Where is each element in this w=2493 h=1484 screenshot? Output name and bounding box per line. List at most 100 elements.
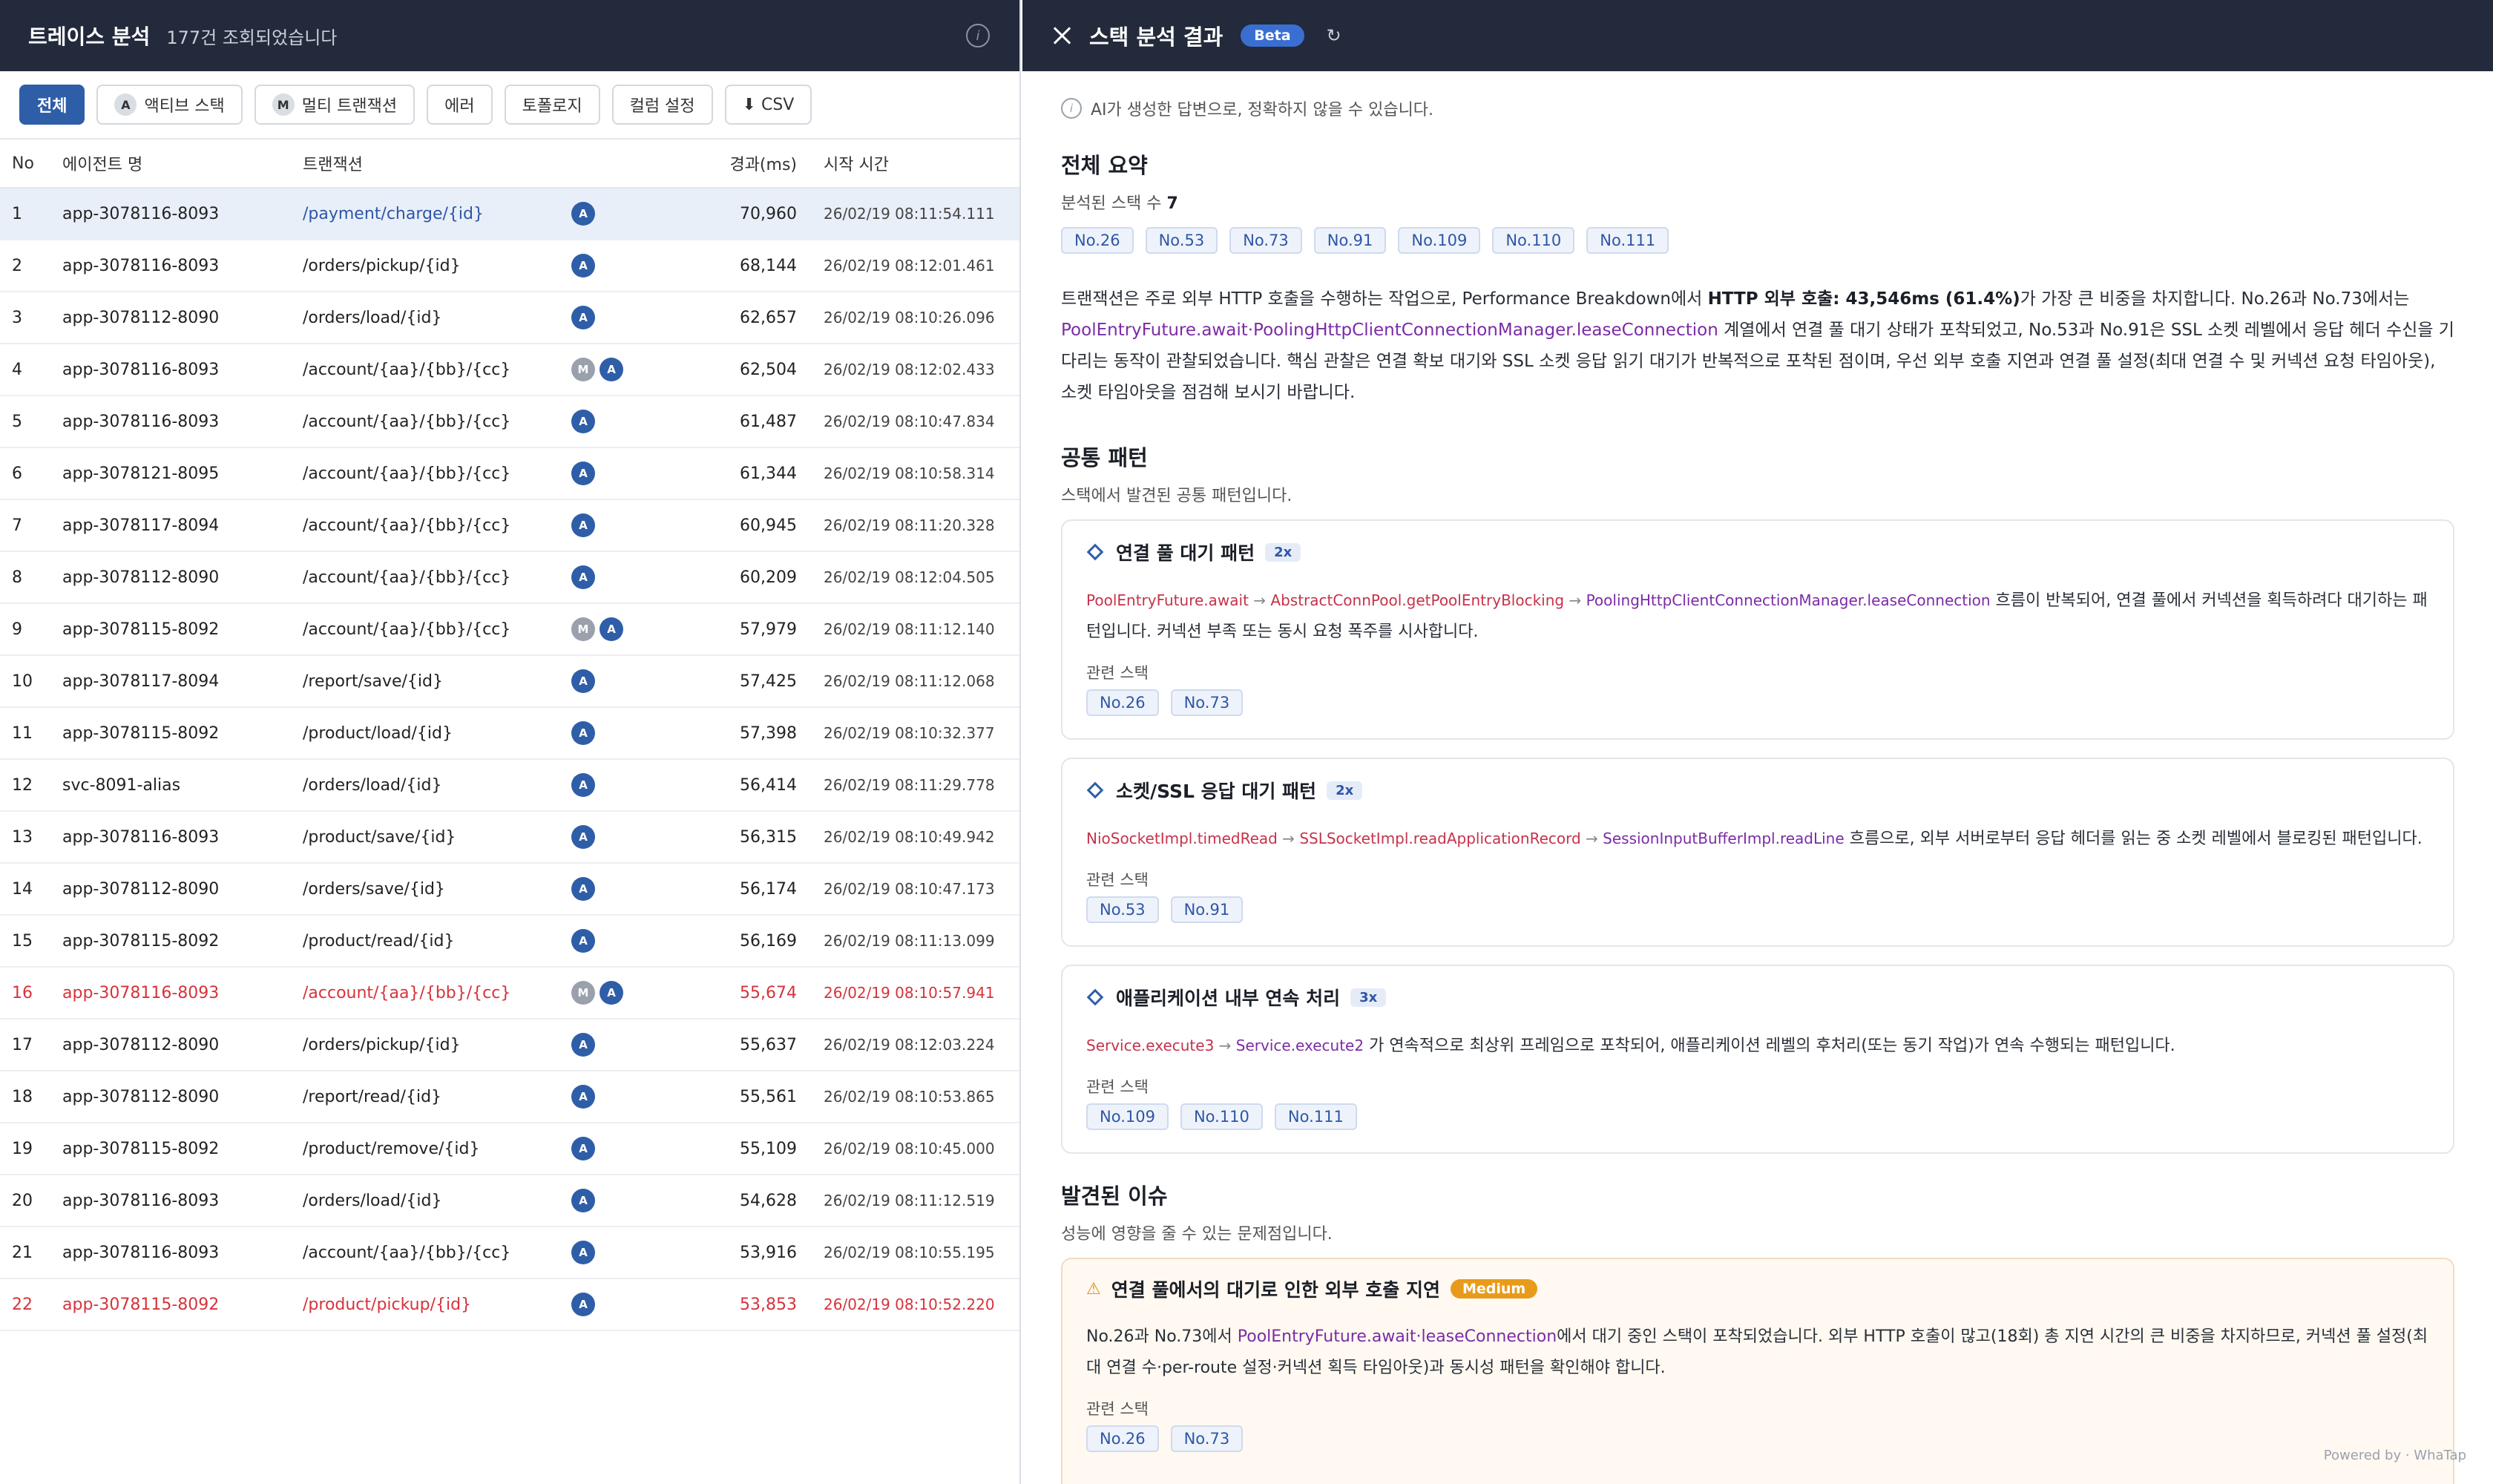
transaction-name[interactable]: /report/save/{id} (289, 672, 571, 691)
table-row[interactable]: 17 app-3078112-8090/orders/pickup/{id} A 55… (0, 1020, 1019, 1071)
transaction-name[interactable]: /account/{aa}/{bb}/{cc} (289, 620, 571, 639)
active-stack-badge-icon[interactable]: A (571, 825, 595, 849)
transaction-name[interactable]: /account/{aa}/{bb}/{cc} (289, 464, 571, 483)
active-stack-badge-icon[interactable]: A (571, 565, 595, 589)
transaction-name[interactable]: /product/save/{id} (289, 828, 571, 847)
stack-tag[interactable]: No.73 (1229, 227, 1302, 254)
active-stack-badge-icon[interactable]: A (571, 1033, 595, 1057)
active-stack-badge-icon[interactable]: A (571, 1293, 595, 1316)
stack-tag[interactable]: No.26 (1061, 227, 1134, 254)
transaction-name[interactable]: /account/{aa}/{bb}/{cc} (289, 984, 571, 1002)
stack-frame-ref[interactable]: PoolingHttpClientConnectionManager.lease… (1586, 591, 1991, 609)
transaction-name[interactable]: /payment/charge/{id} (289, 205, 571, 223)
table-row[interactable]: 9 app-3078115-8092/account/{aa}/{bb}/{cc}… (0, 604, 1019, 656)
transaction-name[interactable]: /orders/pickup/{id} (289, 1036, 571, 1054)
stack-frame-ref[interactable]: PoolEntryFuture.await·leaseConnection (1238, 1327, 1557, 1346)
multi-transaction-badge-icon[interactable]: M (571, 617, 595, 641)
transaction-name[interactable]: /product/load/{id} (289, 724, 571, 743)
active-stack-badge-icon[interactable]: A (571, 773, 595, 797)
table-row[interactable]: 14 app-3078112-8090/orders/save/{id} A 56,1… (0, 864, 1019, 916)
active-stack-badge-icon[interactable]: A (571, 254, 595, 278)
stack-tag[interactable]: No.53 (1145, 227, 1218, 254)
active-stack-badge-icon[interactable]: A (600, 358, 623, 381)
active-stack-badge-icon[interactable]: A (600, 617, 623, 641)
active-stack-badge-icon[interactable]: A (571, 410, 595, 433)
table-row[interactable]: 20 app-3078116-8093/orders/load/{id} A 54,6… (0, 1175, 1019, 1227)
table-row[interactable]: 3 app-3078112-8090/orders/load/{id} A 62,65… (0, 292, 1019, 344)
filter-button-4[interactable]: 토폴로지 (504, 85, 600, 125)
active-stack-badge-icon[interactable]: A (571, 669, 595, 693)
filter-button-0[interactable]: 전체 (19, 85, 85, 125)
table-row[interactable]: 21 app-3078116-8093/account/{aa}/{bb}/{cc… (0, 1227, 1019, 1279)
stack-frame-ref[interactable]: SSLSocketImpl.readApplicationRecord (1299, 830, 1580, 847)
active-stack-badge-icon[interactable]: A (571, 1189, 595, 1212)
stack-tag[interactable]: No.26 (1086, 1425, 1159, 1452)
active-stack-badge-icon[interactable]: A (571, 1241, 595, 1264)
column-header-agent[interactable]: 에이전트 명 (49, 151, 289, 175)
transaction-name[interactable]: /orders/pickup/{id} (289, 257, 571, 275)
table-row[interactable]: 1 app-3078116-8093/payment/charge/{id} A 70… (0, 188, 1019, 240)
active-stack-badge-icon[interactable]: A (600, 981, 623, 1005)
filter-button-3[interactable]: 에러 (427, 85, 493, 125)
stack-tag[interactable]: No.110 (1180, 1103, 1263, 1130)
active-stack-badge-icon[interactable]: A (571, 1137, 595, 1160)
filter-button-2[interactable]: M 멀티 트랜잭션 (254, 85, 416, 125)
active-stack-badge-icon[interactable]: A (571, 462, 595, 485)
table-row[interactable]: 4 app-3078116-8093/account/{aa}/{bb}/{cc}… (0, 344, 1019, 396)
table-row[interactable]: 13 app-3078116-8093/product/save/{id} A 56,… (0, 812, 1019, 864)
transaction-name[interactable]: /orders/load/{id} (289, 1192, 571, 1210)
close-icon[interactable] (1049, 23, 1074, 48)
stack-tag[interactable]: No.109 (1398, 227, 1481, 254)
table-row[interactable]: 8 app-3078112-8090/account/{aa}/{bb}/{cc}… (0, 552, 1019, 604)
table-row[interactable]: 19 app-3078115-8092/product/remove/{id} A 5… (0, 1123, 1019, 1175)
stack-tag[interactable]: No.91 (1313, 227, 1387, 254)
column-header-transaction[interactable]: 트랜잭션 (289, 151, 571, 175)
filter-button-5[interactable]: 컬럼 설정 (611, 85, 713, 125)
filter-button-6[interactable]: ⬇ CSV (724, 85, 812, 125)
transaction-name[interactable]: /account/{aa}/{bb}/{cc} (289, 361, 571, 379)
stack-frame-ref[interactable]: PoolEntryFuture.await (1086, 591, 1249, 609)
active-stack-badge-icon[interactable]: A (571, 1085, 595, 1109)
table-row[interactable]: 10 app-3078117-8094/report/save/{id} A 57,4… (0, 656, 1019, 708)
transaction-name[interactable]: /product/read/{id} (289, 932, 571, 951)
active-stack-badge-icon[interactable]: A (571, 929, 595, 953)
transaction-name[interactable]: /report/read/{id} (289, 1088, 571, 1106)
stack-frame-ref[interactable]: AbstractConnPool.getPoolEntryBlocking (1270, 591, 1564, 609)
table-row[interactable]: 7 app-3078117-8094/account/{aa}/{bb}/{cc}… (0, 500, 1019, 552)
stack-frame-ref[interactable]: Service.execute3 (1086, 1037, 1214, 1054)
multi-transaction-badge-icon[interactable]: M (571, 358, 595, 381)
active-stack-badge-icon[interactable]: A (571, 513, 595, 537)
stack-tag[interactable]: No.73 (1170, 1425, 1244, 1452)
stack-tag[interactable]: No.73 (1170, 689, 1244, 716)
table-row[interactable]: 22 app-3078115-8092/product/pickup/{id} A 5… (0, 1279, 1019, 1331)
column-header-no[interactable]: No (0, 154, 49, 173)
transaction-name[interactable]: /account/{aa}/{bb}/{cc} (289, 1244, 571, 1262)
transaction-name[interactable]: /product/remove/{id} (289, 1140, 571, 1158)
multi-transaction-badge-icon[interactable]: M (571, 981, 595, 1005)
refresh-icon[interactable]: ↻ (1327, 25, 1341, 46)
transaction-name[interactable]: /orders/save/{id} (289, 880, 571, 899)
table-row[interactable]: 12 svc-8091-alias/orders/load/{id} A 56,414… (0, 760, 1019, 812)
stack-tag[interactable]: No.110 (1492, 227, 1575, 254)
stack-tag[interactable]: No.53 (1086, 896, 1159, 923)
table-row[interactable]: 6 app-3078121-8095/account/{aa}/{bb}/{cc}… (0, 448, 1019, 500)
column-header-elapsed[interactable]: 경과(ms) (646, 151, 819, 175)
transaction-name[interactable]: /orders/load/{id} (289, 776, 571, 795)
table-row[interactable]: 2 app-3078116-8093/orders/pickup/{id} A 68,… (0, 240, 1019, 292)
stack-frame-ref[interactable]: Service.execute2 (1236, 1037, 1364, 1054)
column-header-start-time[interactable]: 시작 시간 (819, 151, 1012, 175)
transaction-name[interactable]: /account/{aa}/{bb}/{cc} (289, 413, 571, 431)
table-row[interactable]: 11 app-3078115-8092/product/load/{id} A 57,… (0, 708, 1019, 760)
stack-tag[interactable]: No.26 (1086, 689, 1159, 716)
transaction-name[interactable]: /product/pickup/{id} (289, 1296, 571, 1314)
summary-code-ref[interactable]: PoolEntryFuture.await·PoolingHttpClientC… (1061, 321, 1718, 340)
transaction-name[interactable]: /account/{aa}/{bb}/{cc} (289, 516, 571, 535)
stack-frame-ref[interactable]: SessionInputBufferImpl.readLine (1603, 830, 1845, 847)
table-row[interactable]: 15 app-3078115-8092/product/read/{id} A 56,… (0, 916, 1019, 968)
transaction-name[interactable]: /account/{aa}/{bb}/{cc} (289, 568, 571, 587)
stack-tag[interactable]: No.91 (1170, 896, 1244, 923)
active-stack-badge-icon[interactable]: A (571, 306, 595, 329)
filter-button-1[interactable]: A 액티브 스택 (96, 85, 243, 125)
active-stack-badge-icon[interactable]: A (571, 202, 595, 226)
stack-frame-ref[interactable]: NioSocketImpl.timedRead (1086, 830, 1278, 847)
